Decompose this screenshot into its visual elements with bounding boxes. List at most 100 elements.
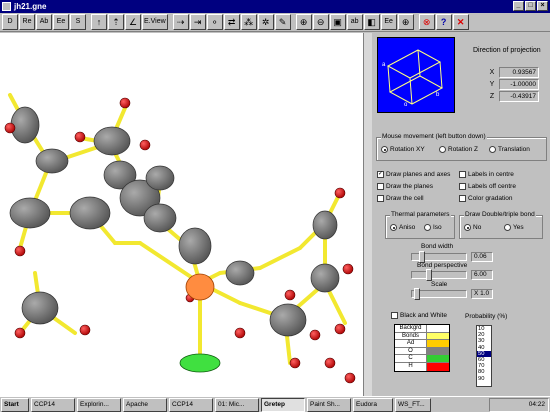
- bond-perspective-slider[interactable]: [411, 269, 467, 281]
- projection-y-label: Y: [489, 81, 495, 88]
- bond-width-slider[interactable]: [411, 251, 467, 263]
- draw-planes-axes-checkbox[interactable]: ✓ Draw planes and axes: [377, 171, 450, 178]
- system-tray: 04:22: [489, 398, 549, 412]
- toolbar-button-ab[interactable]: Ab: [36, 14, 52, 30]
- taskbar-item[interactable]: Apache: [123, 397, 167, 412]
- taskbar-item[interactable]: CCP14: [169, 397, 213, 412]
- taskbar-item[interactable]: 01: Mic...: [215, 397, 259, 412]
- projection-y-value: -1.00000: [499, 79, 539, 90]
- toolbar-button-ee[interactable]: Ee: [53, 14, 69, 30]
- zoom-in-icon[interactable]: ⊕: [295, 14, 312, 30]
- svg-text:o: o: [404, 102, 408, 108]
- iso-radio[interactable]: Iso: [424, 224, 442, 231]
- taskbar-item[interactable]: Explorin...: [77, 397, 121, 412]
- maximize-button[interactable]: □: [525, 1, 536, 11]
- bond-draw-caption: Draw Double/triple bond: [464, 211, 536, 218]
- link-icon[interactable]: ⇄: [223, 14, 240, 30]
- vertical-scrollbar[interactable]: [363, 33, 372, 396]
- toolbar-button-d[interactable]: D: [2, 14, 18, 30]
- color-row[interactable]: Ad: [395, 340, 449, 348]
- bond-perspective-thumb[interactable]: [426, 269, 432, 281]
- minimize-button[interactable]: _: [513, 1, 524, 11]
- toolbar-button-ab2[interactable]: ab: [346, 14, 363, 30]
- projection-y-row: Y -1.00000: [485, 79, 547, 90]
- bond-no-radio[interactable]: No: [464, 224, 481, 231]
- color-row[interactable]: C: [395, 355, 449, 363]
- draw-planes-checkbox[interactable]: Draw the planes: [377, 183, 433, 190]
- metal-atom: [185, 273, 215, 301]
- rotation-xy-radio[interactable]: Rotation XY: [381, 146, 425, 153]
- color-table: Backgrd Bonds Ad O C H: [394, 324, 450, 372]
- labels-centre-checkbox[interactable]: Labels in centre: [459, 171, 514, 178]
- network-icon[interactable]: ✲: [257, 14, 274, 30]
- move-right-icon[interactable]: ⇢: [172, 14, 189, 30]
- crosshair-icon[interactable]: ⊕: [397, 14, 414, 30]
- thermal-caption: Thermal parameters: [390, 211, 451, 218]
- pointer-icon[interactable]: ⇡: [108, 14, 124, 30]
- scale-slider[interactable]: [411, 288, 467, 300]
- svg-text:b: b: [436, 92, 440, 98]
- molecule-canvas[interactable]: [0, 33, 363, 396]
- probability-list[interactable]: 10 20 30 40 50 60 70 80 90: [476, 325, 492, 387]
- projection-z-value: -0.43917: [499, 91, 539, 102]
- start-button[interactable]: Start: [1, 397, 29, 412]
- save-icon[interactable]: ▣: [329, 14, 346, 30]
- bond-icon[interactable]: ⇥: [189, 14, 206, 30]
- taskbar-item[interactable]: WS_FT...: [395, 397, 431, 412]
- toolbar-button-eview[interactable]: E.View: [142, 14, 168, 30]
- probability-label: Probability (%): [465, 313, 508, 320]
- draw-cell-checkbox[interactable]: Draw the cell: [377, 195, 424, 202]
- molecule-drawing: [4, 93, 356, 384]
- unit-cell-icon: a b o: [382, 49, 444, 108]
- axes-icon[interactable]: ∠: [125, 14, 141, 30]
- atom-icon[interactable]: ⚬: [206, 14, 223, 30]
- mouse-movement-caption: Mouse movement (left button down): [381, 133, 487, 140]
- projection-title: Direction of projection: [473, 47, 541, 54]
- thermal-group: Thermal parameters Aniso Iso: [385, 211, 455, 239]
- arrow-icon[interactable]: ↑: [91, 14, 107, 30]
- close-icon[interactable]: ✕: [452, 14, 469, 30]
- molecule-icon[interactable]: ⁂: [240, 14, 257, 30]
- translation-radio[interactable]: Translation: [489, 146, 530, 153]
- scale-value: X 1.0: [471, 289, 493, 299]
- svg-text:a: a: [382, 62, 386, 68]
- stop-icon[interactable]: ⊗: [418, 14, 435, 30]
- color-row[interactable]: Backgrd: [395, 325, 449, 333]
- taskbar-item[interactable]: Gretep: [261, 397, 305, 412]
- taskbar-item[interactable]: Paint Sh...: [307, 397, 351, 412]
- black-white-checkbox[interactable]: Black and White: [391, 312, 447, 319]
- zoom-out-icon[interactable]: ⊖: [312, 14, 329, 30]
- label-icon[interactable]: ✎: [274, 14, 291, 30]
- bond-draw-group: Draw Double/triple bond No Yes: [459, 211, 543, 239]
- clock: 04:22: [528, 401, 545, 408]
- probability-option[interactable]: 90: [477, 376, 491, 382]
- color-row[interactable]: Bonds: [395, 332, 449, 341]
- close-window-button[interactable]: ×: [537, 1, 548, 11]
- color-icon[interactable]: ◧: [363, 14, 380, 30]
- color-row[interactable]: H: [395, 362, 449, 371]
- bond-yes-radio[interactable]: Yes: [504, 224, 524, 231]
- taskbar: Start CCP14 Explorin... Apache CCP14 01:…: [0, 396, 550, 412]
- taskbar-item[interactable]: CCP14: [31, 397, 75, 412]
- projection-x-row: X 0.93567: [485, 67, 547, 78]
- labels-off-centre-checkbox[interactable]: Labels off centre: [459, 183, 516, 190]
- scale-thumb[interactable]: [414, 288, 420, 300]
- taskbar-item[interactable]: Eudora: [353, 397, 393, 412]
- projection-x-label: X: [489, 69, 495, 76]
- help-icon[interactable]: ?: [435, 14, 452, 30]
- app-icon: [2, 2, 11, 11]
- projection-view[interactable]: a b o: [377, 37, 455, 113]
- color-gradation-checkbox[interactable]: Color gradation: [459, 195, 512, 202]
- settings-panel: a b o Direction of projection X 0.93567 Y …: [373, 33, 550, 396]
- scale-label: Scale: [431, 281, 448, 288]
- toolbar-button-ee2[interactable]: Ee: [380, 14, 397, 30]
- rotation-z-radio[interactable]: Rotation Z: [439, 146, 478, 153]
- projection-x-value: 0.93567: [499, 67, 539, 78]
- color-row[interactable]: O: [395, 347, 449, 356]
- bond-perspective-label: Bond perspective: [417, 262, 468, 269]
- toolbar-button-re[interactable]: Re: [19, 14, 35, 30]
- aniso-radio[interactable]: Aniso: [390, 224, 415, 231]
- toolbar-button-s[interactable]: S: [70, 14, 86, 30]
- bond-perspective-value: 6.00: [471, 270, 493, 280]
- window-title: jh21.gne: [14, 2, 47, 11]
